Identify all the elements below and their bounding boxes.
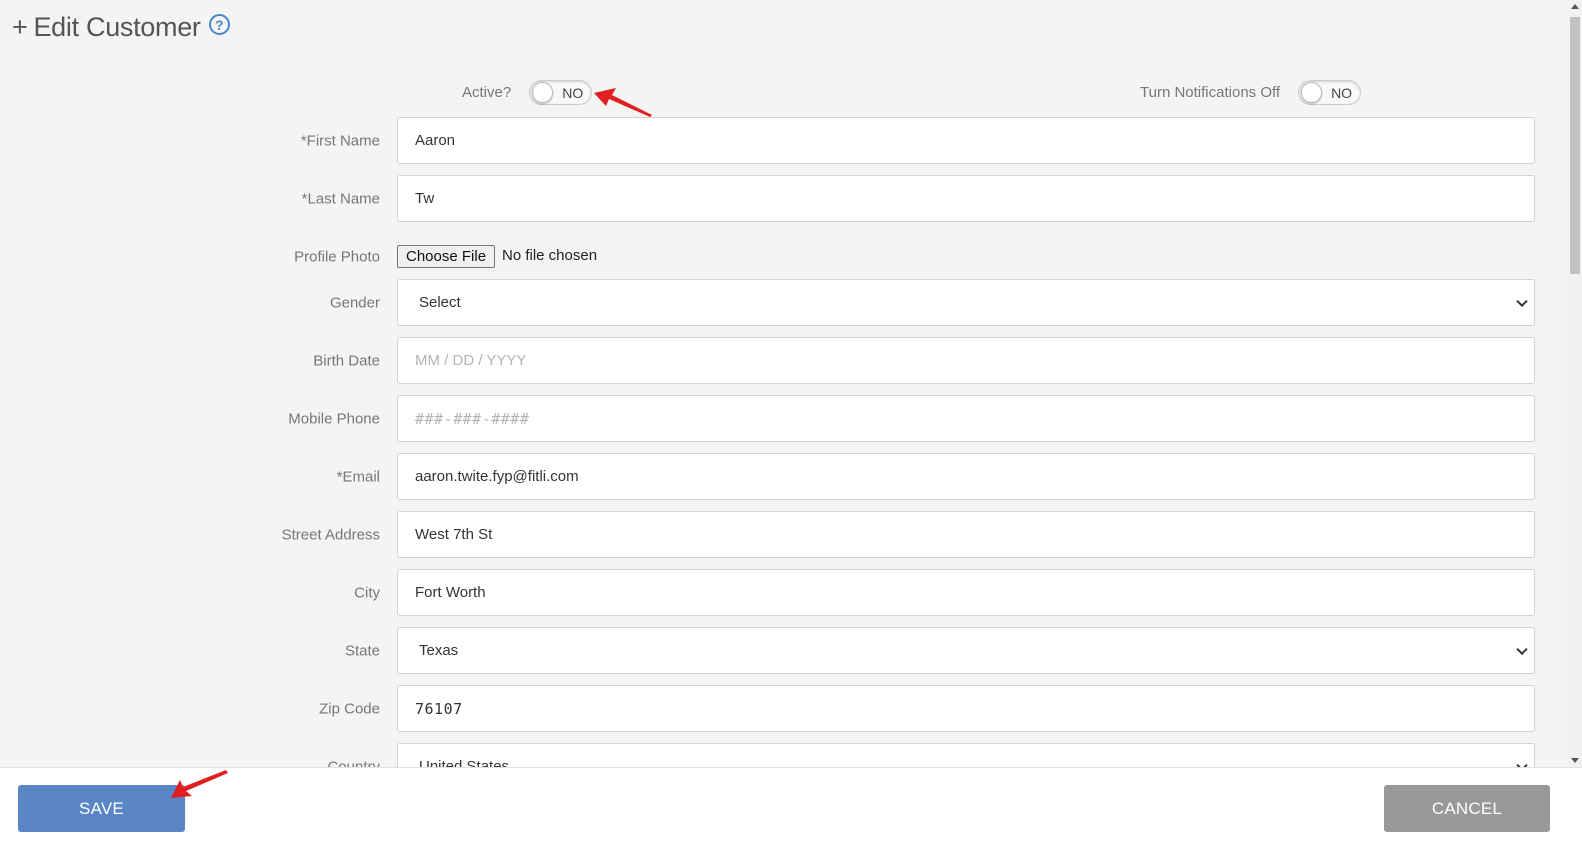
- notifications-toggle-row: Turn Notifications Off NO: [1140, 80, 1362, 105]
- mobile-phone-row: Mobile Phone ###-###-####: [0, 395, 1535, 442]
- street-address-label: Street Address: [281, 526, 380, 543]
- save-button[interactable]: SAVE: [18, 785, 185, 832]
- profile-photo-label: Profile Photo: [294, 248, 380, 266]
- gender-select[interactable]: Select: [397, 279, 1535, 326]
- last-name-row: *Last Name Tw: [0, 175, 1535, 222]
- annotation-arrow-icon: [594, 88, 652, 117]
- birth-date-label: Birth Date: [313, 352, 380, 369]
- state-row: State Texas: [0, 627, 1535, 674]
- city-label: City: [354, 584, 380, 601]
- cancel-button[interactable]: CANCEL: [1384, 785, 1550, 832]
- toggle-knob: [1301, 82, 1323, 103]
- zip-code-input[interactable]: 76107: [397, 685, 1535, 732]
- gender-label: Gender: [329, 294, 380, 311]
- city-row: City Fort Worth: [0, 569, 1535, 616]
- state-label: State: [344, 642, 380, 659]
- chevron-down-icon: [1516, 643, 1528, 655]
- notifications-toggle[interactable]: NO: [1298, 80, 1362, 105]
- page-title: + Edit Customer ?: [12, 12, 230, 43]
- first-name-label: *First Name: [300, 132, 380, 149]
- last-name-label: *Last Name: [301, 190, 380, 207]
- title-prefix: +: [12, 12, 28, 42]
- title-text: Edit Customer: [33, 12, 201, 42]
- profile-photo-row: Profile Photo Choose File No file chosen: [0, 245, 1000, 269]
- birth-date-row: Birth Date MM / DD / YYYY: [0, 337, 1535, 384]
- city-input[interactable]: Fort Worth: [397, 569, 1535, 616]
- gender-row: Gender Select: [0, 279, 1535, 326]
- choose-file-button[interactable]: Choose File: [397, 245, 496, 268]
- country-selected-value: United States: [419, 758, 510, 767]
- active-toggle-row: Active? NO: [462, 80, 593, 105]
- gender-selected-value: Select: [419, 294, 461, 311]
- scroll-down-icon[interactable]: [1571, 758, 1579, 763]
- email-input[interactable]: aaron.twite.fyp@fitli.com: [397, 453, 1535, 500]
- first-name-input[interactable]: Aaron: [397, 117, 1535, 164]
- footer-bar: SAVE CANCEL: [0, 767, 1582, 853]
- email-row: *Email aaron.twite.fyp@fitli.com: [0, 453, 1535, 500]
- country-row: Country United States: [0, 743, 1535, 767]
- birth-date-input[interactable]: MM / DD / YYYY: [397, 337, 1535, 384]
- mobile-phone-label: Mobile Phone: [288, 410, 380, 427]
- country-select[interactable]: United States: [397, 743, 1535, 767]
- mobile-phone-input[interactable]: ###-###-####: [397, 395, 1535, 442]
- last-name-input[interactable]: Tw: [397, 175, 1535, 222]
- file-status-text: No file chosen: [502, 247, 598, 264]
- street-address-input[interactable]: West 7th St: [397, 511, 1535, 558]
- notifications-label: Turn Notifications Off: [1140, 84, 1281, 101]
- vertical-scrollbar[interactable]: [1568, 0, 1582, 767]
- chevron-down-icon: [1516, 295, 1528, 307]
- zip-code-row: Zip Code 76107: [0, 685, 1535, 732]
- chevron-down-icon: [1516, 759, 1528, 767]
- notifications-toggle-state: NO: [1331, 84, 1353, 101]
- form-scroll-area[interactable]: + Edit Customer ? Active? NO Turn Notifi…: [0, 0, 1568, 767]
- state-select[interactable]: Texas: [397, 627, 1535, 674]
- scrollbar-thumb[interactable]: [1570, 17, 1580, 274]
- active-toggle-state: NO: [562, 84, 584, 101]
- state-selected-value: Texas: [419, 642, 459, 659]
- toggle-knob: [532, 82, 554, 103]
- email-label: *Email: [336, 468, 380, 485]
- active-toggle[interactable]: NO: [529, 80, 593, 105]
- help-icon[interactable]: ?: [208, 14, 230, 35]
- active-label: Active?: [462, 84, 512, 101]
- street-address-row: Street Address West 7th St: [0, 511, 1535, 558]
- scroll-up-icon[interactable]: [1571, 4, 1579, 9]
- zip-code-label: Zip Code: [319, 700, 380, 717]
- first-name-row: *First Name Aaron: [0, 117, 1535, 164]
- country-label: Country: [327, 758, 380, 767]
